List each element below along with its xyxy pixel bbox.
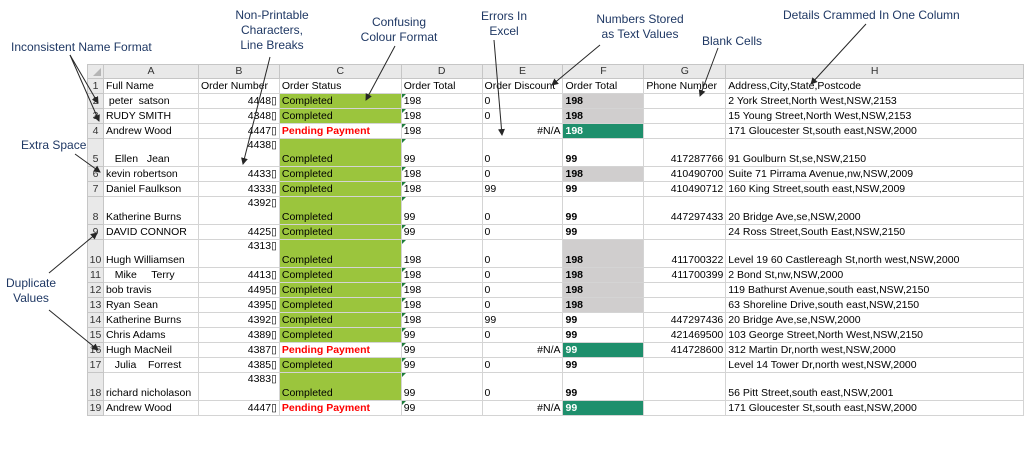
arrow xyxy=(74,153,101,173)
arrow xyxy=(241,56,271,165)
annotation-arrows xyxy=(48,23,867,351)
arrow xyxy=(365,45,396,101)
arrow xyxy=(551,44,601,86)
arrow xyxy=(810,23,867,85)
arrow xyxy=(69,54,99,104)
arrow xyxy=(698,47,719,97)
arrow xyxy=(48,309,99,351)
arrow xyxy=(493,39,505,136)
arrow xyxy=(69,54,100,122)
arrow xyxy=(48,232,98,274)
